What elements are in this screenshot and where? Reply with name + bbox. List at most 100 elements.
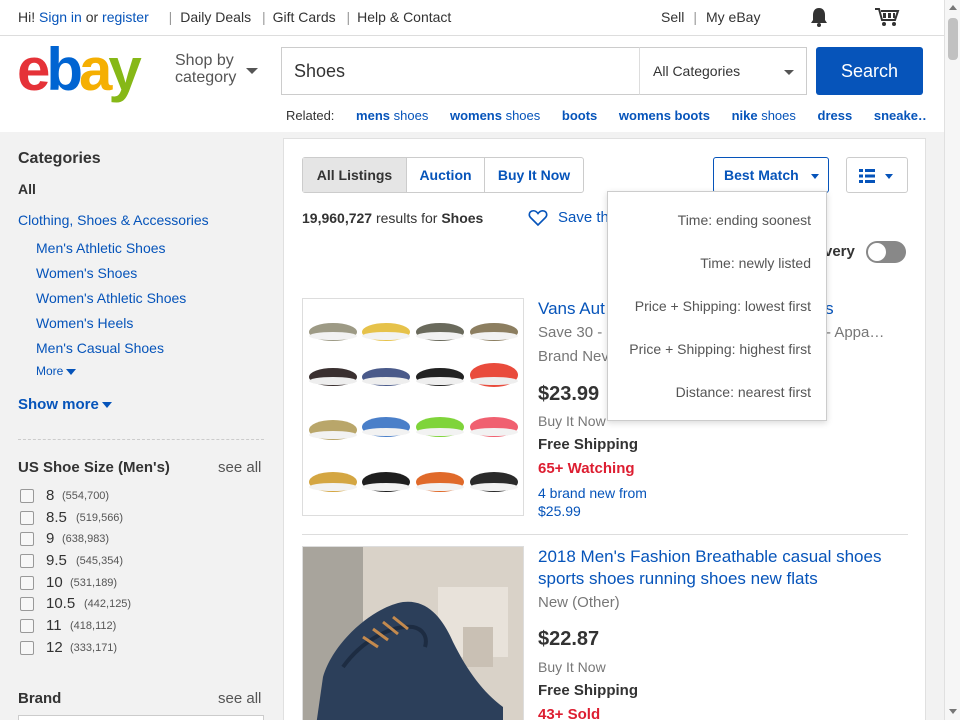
nav-divider: | <box>693 9 697 25</box>
related-link[interactable]: womens shoes <box>450 108 540 123</box>
listing-title-link[interactable]: 2018 Men's Fashion Breathable casual sho… <box>538 546 881 590</box>
chevron-down-icon[interactable] <box>246 68 258 74</box>
scroll-up-arrow-icon[interactable] <box>949 5 957 10</box>
help-contact-link[interactable]: Help & Contact <box>357 9 451 25</box>
subcategory-link[interactable]: Women's Shoes <box>36 265 137 281</box>
nav-divider: | <box>261 9 266 25</box>
vertical-scrollbar[interactable] <box>944 0 960 720</box>
ebay-logo[interactable]: ebay <box>17 40 142 100</box>
tab-auction[interactable]: Auction <box>406 158 484 192</box>
chevron-down-icon <box>101 402 112 409</box>
listing-price: $23.99 <box>538 383 600 405</box>
listing-sold-count: 43+ Sold <box>538 706 601 720</box>
sort-button[interactable]: Best Match <box>713 157 829 193</box>
checkbox[interactable] <box>20 619 34 633</box>
or-text: or <box>81 9 103 25</box>
checkbox[interactable] <box>20 532 34 546</box>
related-link[interactable]: mens shoes <box>356 108 428 123</box>
category-select[interactable]: All Categories <box>639 47 807 95</box>
related-link[interactable]: nike shoes <box>732 108 796 123</box>
list-view-icon <box>859 169 875 183</box>
see-all-link[interactable]: see all <box>218 459 261 476</box>
subcategory-link[interactable]: Men's Casual Shoes <box>36 340 164 356</box>
chevron-down-icon <box>66 368 77 375</box>
related-link[interactable]: womens boots <box>619 108 710 123</box>
chevron-down-icon <box>784 70 794 75</box>
categories-heading: Categories <box>18 150 101 167</box>
top-nav-left: Hi! Sign in or register | Daily Deals | Gi… <box>18 9 451 25</box>
save-search-link[interactable]: Save th <box>558 209 609 226</box>
shop-by-category-button[interactable]: Shop by category <box>175 52 236 86</box>
view-toggle-button[interactable] <box>846 157 908 193</box>
brand-heading: Brand <box>18 690 62 707</box>
listing-format: Buy It Now <box>538 659 606 675</box>
listing-item: 2018 Men's Fashion Breathable casual sho… <box>302 546 908 720</box>
listing-other-offers-link[interactable]: 4 brand new from $25.99 <box>538 484 647 520</box>
scroll-down-arrow-icon[interactable] <box>949 709 957 714</box>
subcategory-link[interactable]: Women's Athletic Shoes <box>36 290 186 306</box>
category-link[interactable]: Clothing, Shoes & Accessories <box>18 212 209 228</box>
category-select-value: All Categories <box>653 63 741 79</box>
site-header: ebay Shop by category All Categories Sea… <box>0 36 944 132</box>
tab-all-listings[interactable]: All Listings <box>303 158 406 192</box>
nav-divider: | <box>346 9 351 25</box>
more-categories-link[interactable]: More <box>36 364 77 378</box>
listing-subtitle: Save 30 - <box>538 324 603 341</box>
listing-shipping: Free Shipping <box>538 436 639 453</box>
checkbox[interactable] <box>20 554 34 568</box>
related-label: Related: <box>286 108 335 123</box>
subcategory-link[interactable]: Women's Heels <box>36 315 133 331</box>
bell-icon[interactable] <box>808 6 830 28</box>
checkbox[interactable] <box>20 489 34 503</box>
search-box[interactable] <box>281 47 640 95</box>
listing-format: Buy It Now <box>538 413 606 429</box>
scrollbar-thumb[interactable] <box>948 18 958 60</box>
listing-title-link[interactable]: Vans Aut <box>538 298 605 320</box>
heart-icon[interactable] <box>528 209 548 227</box>
checkbox[interactable] <box>20 597 34 611</box>
divider <box>302 534 908 535</box>
checkbox[interactable] <box>20 641 34 655</box>
results-count-text: 19,960,727 results for Shoes <box>302 210 484 226</box>
sort-option-price-highest[interactable]: Price + Shipping: highest first <box>629 341 811 357</box>
daily-deals-link[interactable]: Daily Deals <box>180 9 251 25</box>
sort-option-ending-soonest[interactable]: Time: ending soonest <box>678 212 811 228</box>
brand-search-input[interactable] <box>18 715 264 720</box>
sort-option-distance[interactable]: Distance: nearest first <box>676 384 811 400</box>
subcategory-link[interactable]: Men's Athletic Shoes <box>36 240 166 256</box>
cart-icon[interactable] <box>874 6 900 28</box>
sell-link[interactable]: Sell <box>661 9 684 25</box>
sidebar: Categories All Clothing, Shoes & Accesso… <box>0 132 282 720</box>
register-link[interactable]: register <box>102 9 149 25</box>
tab-buy-it-now[interactable]: Buy It Now <box>484 158 583 192</box>
sort-option-price-lowest[interactable]: Price + Shipping: lowest first <box>635 298 811 314</box>
my-ebay-link[interactable]: My eBay <box>706 9 760 25</box>
all-category[interactable]: All <box>18 181 36 197</box>
see-all-link[interactable]: see all <box>218 690 261 707</box>
checkbox[interactable] <box>20 511 34 525</box>
product-image[interactable] <box>302 546 524 720</box>
top-nav-bar: Hi! Sign in or register | Daily Deals | Gi… <box>0 0 944 36</box>
greeting-text: Hi! <box>18 9 39 25</box>
top-nav-right: Sell | My eBay <box>661 9 760 25</box>
related-link[interactable]: boots <box>562 108 597 123</box>
checkbox[interactable] <box>20 576 34 590</box>
show-more-link[interactable]: Show more <box>18 396 112 413</box>
listing-watching: 65+ Watching <box>538 460 635 477</box>
results-panel: All Listings Auction Buy It Now Best Mat… <box>283 138 926 720</box>
search-input[interactable] <box>282 48 639 94</box>
related-link[interactable]: sneake… <box>874 108 926 123</box>
blue-suede-shoe-image <box>303 547 523 720</box>
delivery-toggle[interactable] <box>866 241 906 263</box>
nav-divider: | <box>168 9 173 25</box>
sort-option-newly-listed[interactable]: Time: newly listed <box>700 255 811 271</box>
search-button[interactable]: Search <box>816 47 923 95</box>
listing-shipping: Free Shipping <box>538 682 639 699</box>
gift-cards-link[interactable]: Gift Cards <box>273 9 336 25</box>
shoe-size-heading: US Shoe Size (Men's) <box>18 459 170 476</box>
sign-in-link[interactable]: Sign in <box>39 9 82 25</box>
toggle-knob <box>868 243 886 261</box>
product-image[interactable] <box>302 298 524 516</box>
related-link[interactable]: dress <box>818 108 853 123</box>
listing-type-tabs: All Listings Auction Buy It Now <box>302 157 584 193</box>
